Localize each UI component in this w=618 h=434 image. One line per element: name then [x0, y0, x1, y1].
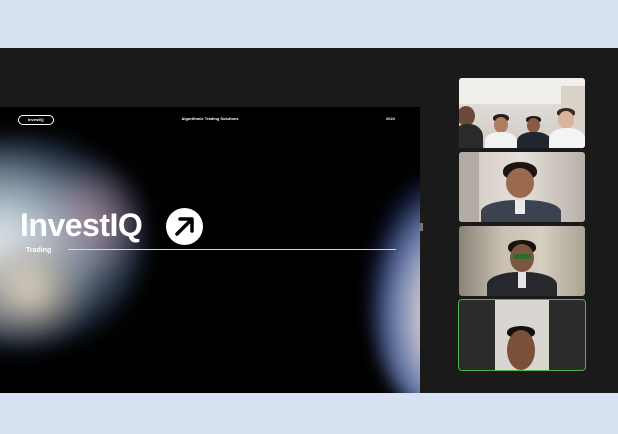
shirt-collar [518, 272, 526, 288]
shirt-collar [515, 200, 525, 214]
participant-face [506, 168, 534, 198]
participant-tile-4[interactable] [458, 299, 586, 371]
slide-subtitle: Trading [26, 247, 52, 254]
participant-body [549, 128, 585, 148]
participant-face [527, 118, 540, 133]
room-wall [459, 152, 479, 222]
slide-logo-text: InvestIQ [20, 207, 143, 243]
participant-tile-3[interactable] [459, 226, 585, 296]
slide-year: 2024 [386, 116, 395, 121]
participant-face [459, 106, 475, 126]
gradient-blob-right [368, 177, 420, 393]
participant-body [517, 132, 551, 148]
participant-tile-2[interactable] [459, 152, 585, 222]
participant-face [507, 330, 535, 370]
participant-tile-group[interactable] [459, 78, 585, 148]
glasses-icon [513, 254, 531, 259]
video-call-window: InvestIQ Algorithmic Trading Solutions 2… [0, 48, 618, 393]
participant-face [494, 117, 508, 133]
participant-body [459, 124, 483, 148]
shared-screen[interactable]: InvestIQ Algorithmic Trading Solutions 2… [0, 107, 420, 393]
slide-header-title: Algorithmic Trading Solutions [181, 116, 239, 121]
slide-divider-line [68, 249, 396, 250]
arrow-up-right-icon [166, 208, 203, 245]
participant-body [485, 132, 517, 148]
participant-face [558, 111, 574, 129]
panel-resize-handle[interactable] [420, 223, 423, 231]
